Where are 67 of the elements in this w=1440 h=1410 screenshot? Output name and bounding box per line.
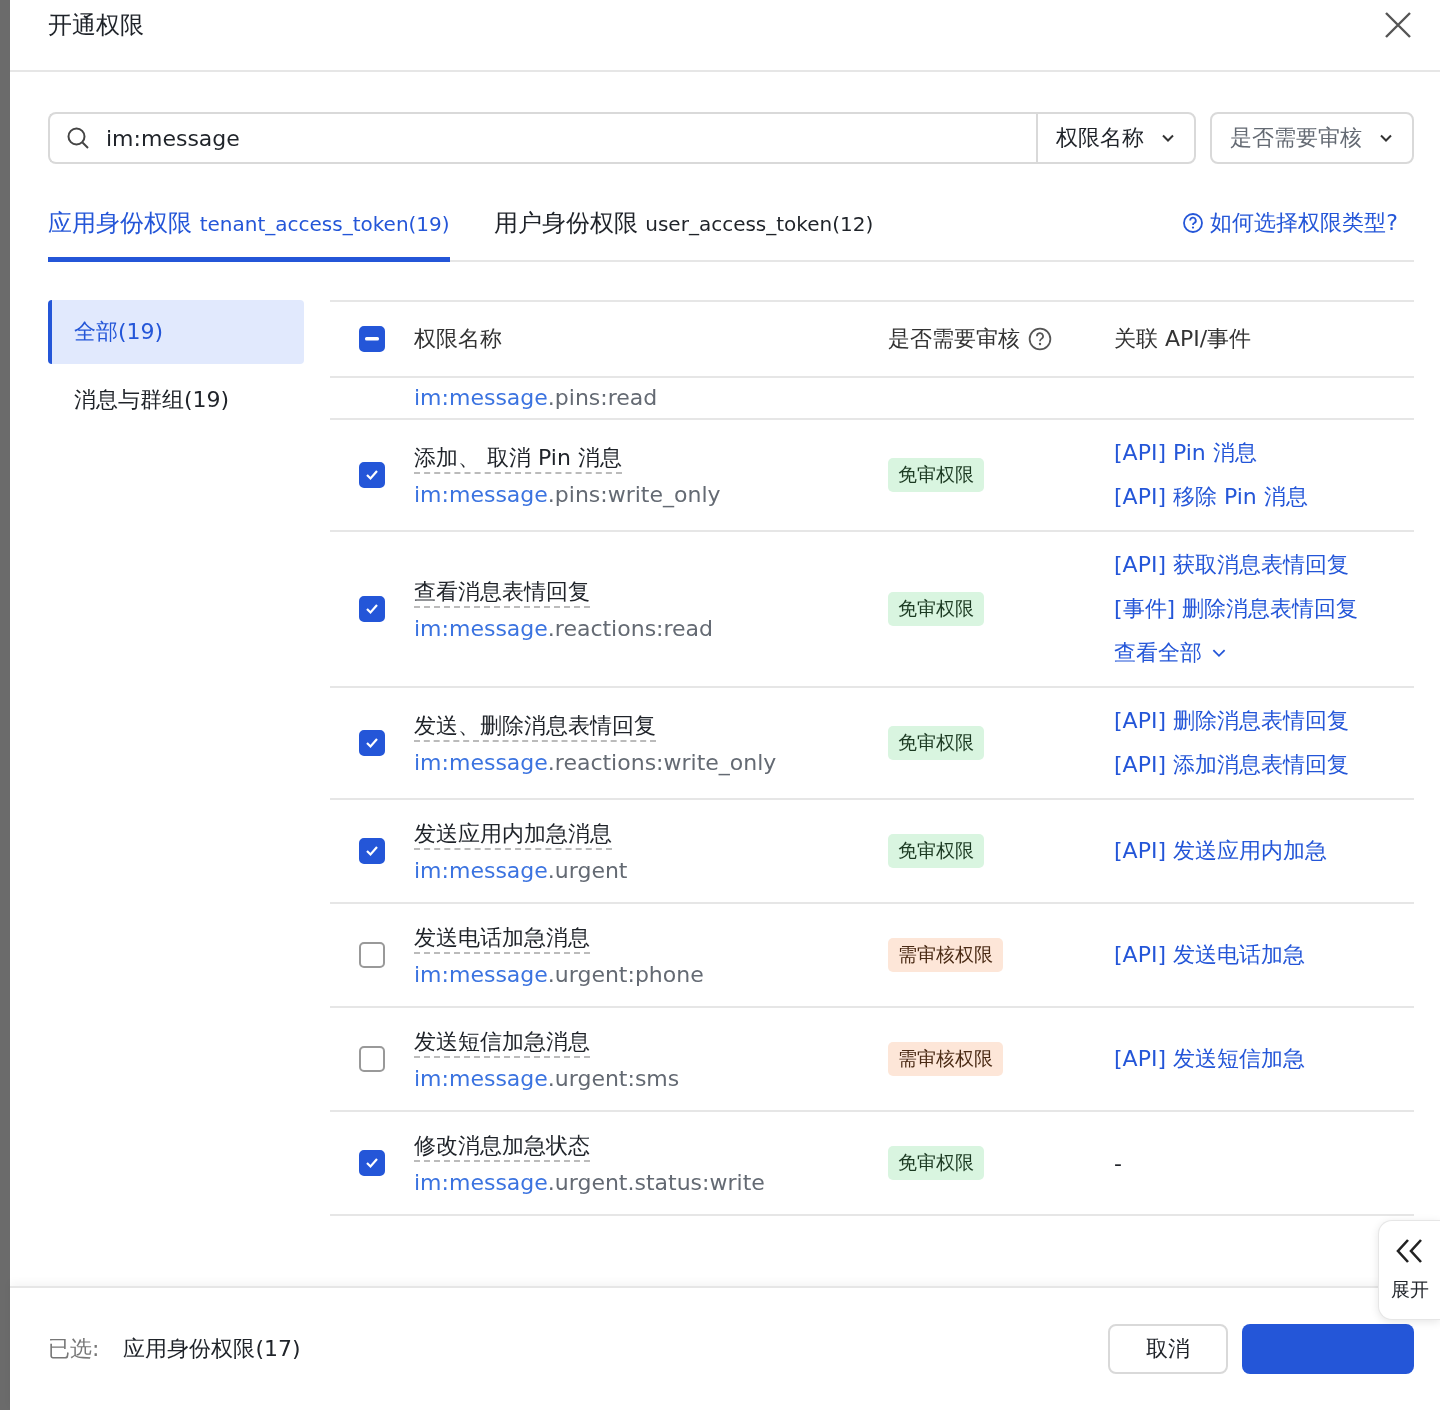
help-link[interactable]: 如何选择权限类型? (1210, 208, 1398, 238)
review-tag: 需审核权限 (888, 1042, 1003, 1076)
scope-text: im:message.urgent (414, 857, 628, 883)
scope-text: im:message.pins:read (414, 386, 658, 410)
api-link[interactable]: [API] 移除 Pin 消息 (1114, 482, 1308, 512)
help-icon (1028, 327, 1052, 351)
api-link[interactable]: [API] 发送应用内加急 (1114, 836, 1327, 866)
expand-tab[interactable]: 展开 (1378, 1220, 1440, 1320)
row-checkbox[interactable] (359, 1046, 385, 1072)
tab[interactable]: 用户身份权限 user_access_token(12) (493, 207, 874, 262)
cancel-button[interactable]: 取消 (1108, 1324, 1228, 1374)
review-select[interactable]: 是否需要审核 (1210, 112, 1414, 164)
permission-name: 发送、删除消息表情回复 (414, 711, 656, 742)
permission-name: 修改消息加急状态 (414, 1131, 590, 1162)
scope-text: im:message.urgent:phone (414, 961, 704, 987)
column-header: 是否需要审核 (888, 325, 1020, 353)
check-icon (365, 603, 379, 615)
column-header: 关联 API/事件 (1114, 326, 1252, 351)
scope-text: im:message.pins:write_only (414, 481, 721, 507)
row-checkbox[interactable] (359, 838, 385, 864)
minus-icon (365, 337, 379, 341)
column-header: 权限名称 (414, 326, 502, 351)
api-link[interactable]: [API] 添加消息表情回复 (1114, 750, 1349, 780)
row-checkbox[interactable] (359, 462, 385, 488)
api-link[interactable]: [API] Pin 消息 (1114, 438, 1257, 468)
select-all-checkbox[interactable] (359, 326, 385, 352)
row-checkbox[interactable] (359, 942, 385, 968)
api-link[interactable]: [事件] 删除消息表情回复 (1114, 594, 1359, 624)
api-link[interactable]: [API] 发送短信加急 (1114, 1044, 1305, 1074)
scope-text: im:message.reactions:write_only (414, 749, 777, 775)
selected-value: 应用身份权限(17) (123, 1335, 301, 1363)
review-tag: 需审核权限 (888, 938, 1003, 972)
permission-name: 发送短信加急消息 (414, 1027, 590, 1058)
view-all-link[interactable]: 查看全部 (1114, 638, 1228, 668)
close-icon[interactable] (1384, 11, 1412, 39)
search-field[interactable]: im:message (48, 112, 1036, 164)
row-checkbox[interactable] (359, 1150, 385, 1176)
scope-text: im:message.reactions:read (414, 615, 714, 641)
help-icon (1182, 212, 1205, 234)
selected-label: 已选: (48, 1335, 100, 1363)
permission-name: 发送应用内加急消息 (414, 819, 612, 850)
permission-name: 发送电话加急消息 (414, 923, 590, 954)
field-select[interactable]: 权限名称 (1036, 112, 1196, 164)
review-tag: 免审权限 (888, 726, 984, 760)
dialog-title: 开通权限 (48, 10, 144, 41)
api-link[interactable]: [API] 获取消息表情回复 (1114, 550, 1349, 580)
scope-text: im:message.urgent:sms (414, 1065, 680, 1091)
sidebar-item[interactable]: 消息与群组(19) (48, 368, 304, 432)
check-icon (365, 737, 379, 749)
row-checkbox[interactable] (359, 596, 385, 622)
check-icon (365, 845, 379, 857)
check-icon (365, 469, 379, 481)
review-tag: 免审权限 (888, 834, 984, 868)
sidebar-item[interactable]: 全部(19) (48, 300, 304, 364)
search-icon (66, 126, 90, 150)
api-link[interactable]: [API] 发送电话加急 (1114, 940, 1305, 970)
review-tag: 免审权限 (888, 458, 984, 492)
permission-name: 查看消息表情回复 (414, 577, 590, 608)
api-link[interactable]: [API] 删除消息表情回复 (1114, 706, 1349, 736)
tab[interactable]: 应用身份权限 tenant_access_token(19) (48, 207, 450, 262)
check-icon (365, 1157, 379, 1169)
empty-value: - (1114, 1150, 1122, 1176)
review-tag: 免审权限 (888, 1146, 984, 1180)
scope-text: im:message.urgent.status:write (414, 1169, 765, 1195)
review-tag: 免审权限 (888, 592, 984, 626)
row-checkbox[interactable] (359, 730, 385, 756)
permission-name: 添加、 取消 Pin 消息 (414, 443, 622, 474)
